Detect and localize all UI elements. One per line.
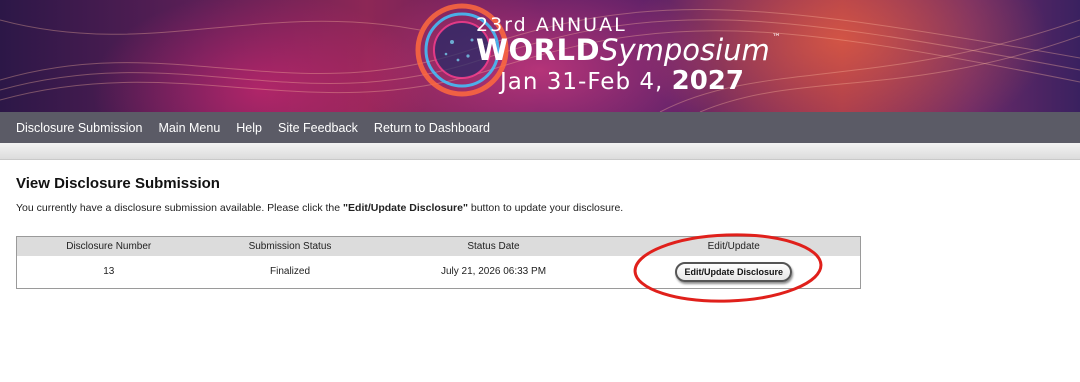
header-status-date: Status Date <box>379 236 608 256</box>
instructions-text-2: button to update your disclosure. <box>467 202 624 214</box>
banner-dates: Jan 31-Feb 4, 2027 <box>500 66 744 96</box>
table-header-row: Disclosure Number Submission Status Stat… <box>16 236 861 256</box>
cell-status-date: July 21, 2026 06:33 PM <box>440 266 547 278</box>
sub-nav-bar <box>0 143 1080 160</box>
disclosure-table: Disclosure Number Submission Status Stat… <box>16 236 861 289</box>
banner-trademark: ™ <box>771 33 781 43</box>
nav-site-feedback[interactable]: Site Feedback <box>278 121 358 135</box>
cell-edit-update: Edit/Update Disclosure <box>608 256 861 289</box>
nav-disclosure-submission[interactable]: Disclosure Submission <box>16 121 142 135</box>
banner-world-text: WORLD <box>476 33 601 67</box>
event-banner: 23rd ANNUAL WORLDSymposium ™ Jan 31-Feb 4… <box>0 0 1080 112</box>
instructions-button-name: "Edit/Update Disclosure" <box>343 202 468 214</box>
nav-main-menu[interactable]: Main Menu <box>158 121 220 135</box>
page-title: View Disclosure Submission <box>16 175 220 192</box>
banner-event-name: WORLDSymposium ™ <box>476 33 781 67</box>
header-disclosure-number: Disclosure Number <box>16 236 201 256</box>
banner-symposium-text: Symposium <box>600 33 770 67</box>
table-row: 13 Finalized July 21, 2026 06:33 PM Edit… <box>17 256 861 289</box>
edit-update-disclosure-button[interactable]: Edit/Update Disclosure <box>675 261 793 282</box>
banner-year: 2027 <box>671 66 744 96</box>
header-edit-update: Edit/Update <box>607 236 861 256</box>
cell-submission-status: Finalized <box>269 266 311 278</box>
main-nav: Disclosure Submission Main Menu Help Sit… <box>0 112 1080 143</box>
instructions-text-1: You currently have a disclosure submissi… <box>16 202 344 214</box>
header-submission-status: Submission Status <box>200 236 380 256</box>
banner-date-range: Jan 31-Feb 4, <box>500 69 664 95</box>
nav-help[interactable]: Help <box>236 121 262 135</box>
cell-disclosure-number: 13 <box>103 266 115 278</box>
page-instructions: You currently have a disclosure submissi… <box>16 202 623 214</box>
nav-return-dashboard[interactable]: Return to Dashboard <box>374 121 490 135</box>
